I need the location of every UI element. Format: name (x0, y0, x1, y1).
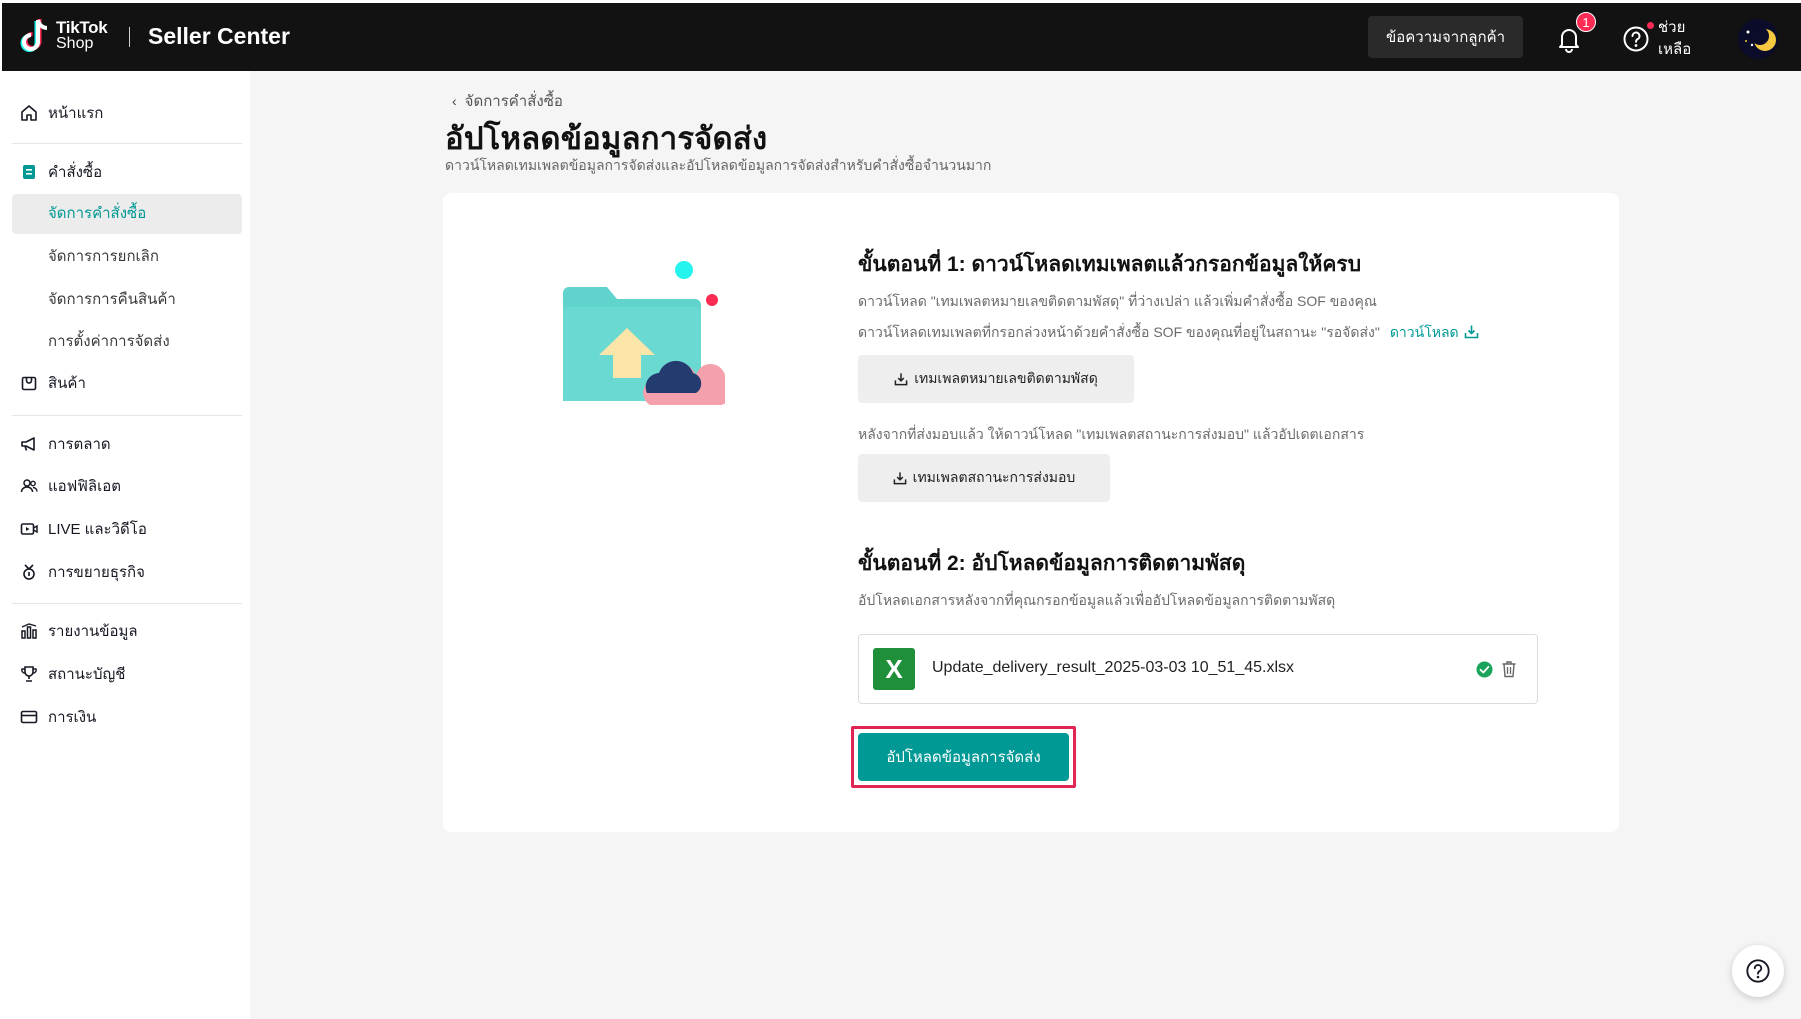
sidebar-item-reports[interactable]: รายงานข้อมูล (20, 614, 138, 648)
step1-description-delivery: หลังจากที่ส่งมอบแล้ว ให้ดาวน์โหลด "เทมเพ… (858, 426, 1365, 442)
help-label[interactable]: ช่วยเหลือ (1658, 17, 1698, 61)
sidebar-item-live-video[interactable]: LIVE และวิดีโอ (20, 512, 147, 546)
sidebar-item-label: สถานะบัญชี (48, 666, 126, 683)
logo-text-tiktok: TikTok (56, 18, 108, 37)
sidebar-item-label: การขยายธุรกิจ (48, 564, 145, 581)
tiktok-shop-logo[interactable]: TikTok Shop (18, 16, 108, 56)
tracking-template-label: เทมเพลตหมายเลขติดตามพัสดุ (914, 370, 1098, 386)
sidebar-item-label: รายงานข้อมูล (48, 623, 138, 640)
chevron-left-icon: ‹ (452, 93, 457, 109)
sidebar-item-label: สินค้า (48, 375, 86, 392)
logo-divider (129, 27, 130, 47)
sidebar-item-finance[interactable]: การเงิน (20, 700, 96, 734)
trash-icon[interactable] (1501, 660, 1517, 678)
step2-description: อัปโหลดเอกสารหลังจากที่คุณกรอกข้อมูลแล้ว… (858, 592, 1336, 608)
sidebar-subitem-cancellations[interactable]: จัดการการยกเลิก (48, 240, 159, 274)
step2-title: ขั้นตอนที่ 2: อัปโหลดข้อมูลการติดตามพัสด… (858, 552, 1246, 575)
upload-card: ขั้นตอนที่ 1: ดาวน์โหลดเทมเพลตแล้วกรอกข้… (443, 193, 1619, 832)
sidebar-item-account-status[interactable]: สถานะบัญชี (20, 657, 125, 691)
sidebar-item-home[interactable]: หน้าแรก (20, 96, 103, 130)
megaphone-icon (21, 437, 35, 451)
orders-icon (23, 165, 35, 179)
sidebar-item-label: LIVE และวิดีโอ (48, 521, 147, 538)
tiktok-logo-icon (20, 19, 48, 52)
check-circle-icon (1476, 661, 1493, 678)
file-name: Update_delivery_result_2025-03-03 10_51_… (932, 659, 1295, 676)
trophy-icon (21, 666, 37, 682)
sidebar-item-label: คำสั่งซื้อ (48, 164, 103, 181)
live-video-icon (20, 523, 38, 535)
sidebar-subitem-shipping-settings[interactable]: การตั้งค่าการจัดส่ง (48, 325, 170, 359)
step1-title: ขั้นตอนที่ 1: ดาวน์โหลดเทมเพลตแล้วกรอกข้… (858, 253, 1362, 276)
uploaded-file-item: X Update_delivery_result_2025-03-03 10_5… (858, 634, 1538, 704)
help-icon[interactable] (1622, 25, 1650, 53)
download-icon (1464, 325, 1478, 339)
sidebar-item-orders[interactable]: คำสั่งซื้อ (20, 155, 102, 189)
sidebar-divider (12, 415, 242, 416)
bar-chart-icon (21, 623, 37, 639)
wallet-icon (20, 710, 38, 724)
growth-medal-icon (23, 564, 35, 580)
page-subtitle: ดาวน์โหลดเทมเพลตข้อมูลการจัดส่งและอัปโหล… (445, 157, 992, 173)
customer-messages-button[interactable]: ข้อความจากลูกค้า (1368, 16, 1523, 58)
help-indicator-dot (1647, 22, 1654, 29)
sidebar-item-products[interactable]: สินค้า (20, 366, 86, 400)
top-bar: TikTok Shop Seller Center ข้อความจากลูกค… (2, 3, 1801, 71)
breadcrumb-link[interactable]: จัดการคำสั่งซื้อ (465, 89, 563, 113)
sidebar-item-growth[interactable]: การขยายธุรกิจ (20, 555, 145, 589)
step1-description-prefilled-text: ดาวน์โหลดเทมเพลตที่กรอกล่วงหน้าด้วยคำสั่… (858, 324, 1380, 340)
download-icon (894, 373, 908, 386)
help-fab-button[interactable] (1732, 945, 1784, 997)
sidebar-item-label: แอฟฟิลิเอต (48, 478, 121, 495)
app-title[interactable]: Seller Center (148, 23, 290, 50)
download-prefilled-link[interactable]: ดาวน์โหลด (1390, 324, 1479, 340)
sidebar-subitem-manage-orders[interactable]: จัดการคำสั่งซื้อ (48, 197, 146, 231)
delivery-status-template-label: เทมเพลตสถานะการส่งมอบ (912, 469, 1076, 485)
sidebar-divider (12, 143, 242, 144)
breadcrumb[interactable]: ‹ จัดการคำสั่งซื้อ (452, 89, 563, 113)
app-frame: TikTok Shop Seller Center ข้อความจากลูกค… (2, 3, 1801, 1019)
sidebar-subitem-returns[interactable]: จัดการการคืนสินค้า (48, 283, 176, 317)
sidebar-item-label: การตลาด (48, 436, 111, 453)
logo-text-shop: Shop (56, 35, 94, 52)
upload-shipping-data-button[interactable]: อัปโหลดข้อมูลการจัดส่ง (858, 733, 1069, 781)
tracking-template-button[interactable]: เทมเพลตหมายเลขติดตามพัสดุ (858, 355, 1134, 403)
step1-description-blank: ดาวน์โหลด "เทมเพลตหมายเลขติดตามพัสดุ" ที… (858, 293, 1377, 309)
upload-folder-illustration (563, 261, 725, 405)
sidebar-divider (12, 603, 242, 604)
excel-file-icon: X (873, 648, 915, 690)
step1-description-prefilled: ดาวน์โหลดเทมเพลตที่กรอกล่วงหน้าด้วยคำสั่… (858, 322, 1479, 344)
sidebar: หน้าแรก คำสั่งซื้อ จัดการคำสั่งซื้อ จัดก… (2, 71, 250, 1019)
sidebar-item-affiliate[interactable]: แอฟฟิลิเอต (20, 469, 121, 503)
avatar[interactable] (1738, 19, 1778, 59)
notification-badge: 1 (1576, 12, 1596, 32)
sidebar-item-marketing[interactable]: การตลาด (20, 427, 111, 461)
product-box-icon (21, 376, 37, 391)
download-icon (893, 472, 907, 485)
help-icon (1746, 959, 1770, 983)
delivery-status-template-button[interactable]: เทมเพลตสถานะการส่งมอบ (858, 454, 1110, 502)
sidebar-item-label: การเงิน (48, 709, 97, 726)
sidebar-item-label: หน้าแรก (48, 105, 104, 122)
affiliate-users-icon (20, 479, 38, 493)
avatar-image (1738, 19, 1778, 59)
home-icon (21, 105, 37, 121)
download-link-label: ดาวน์โหลด (1389, 324, 1459, 340)
